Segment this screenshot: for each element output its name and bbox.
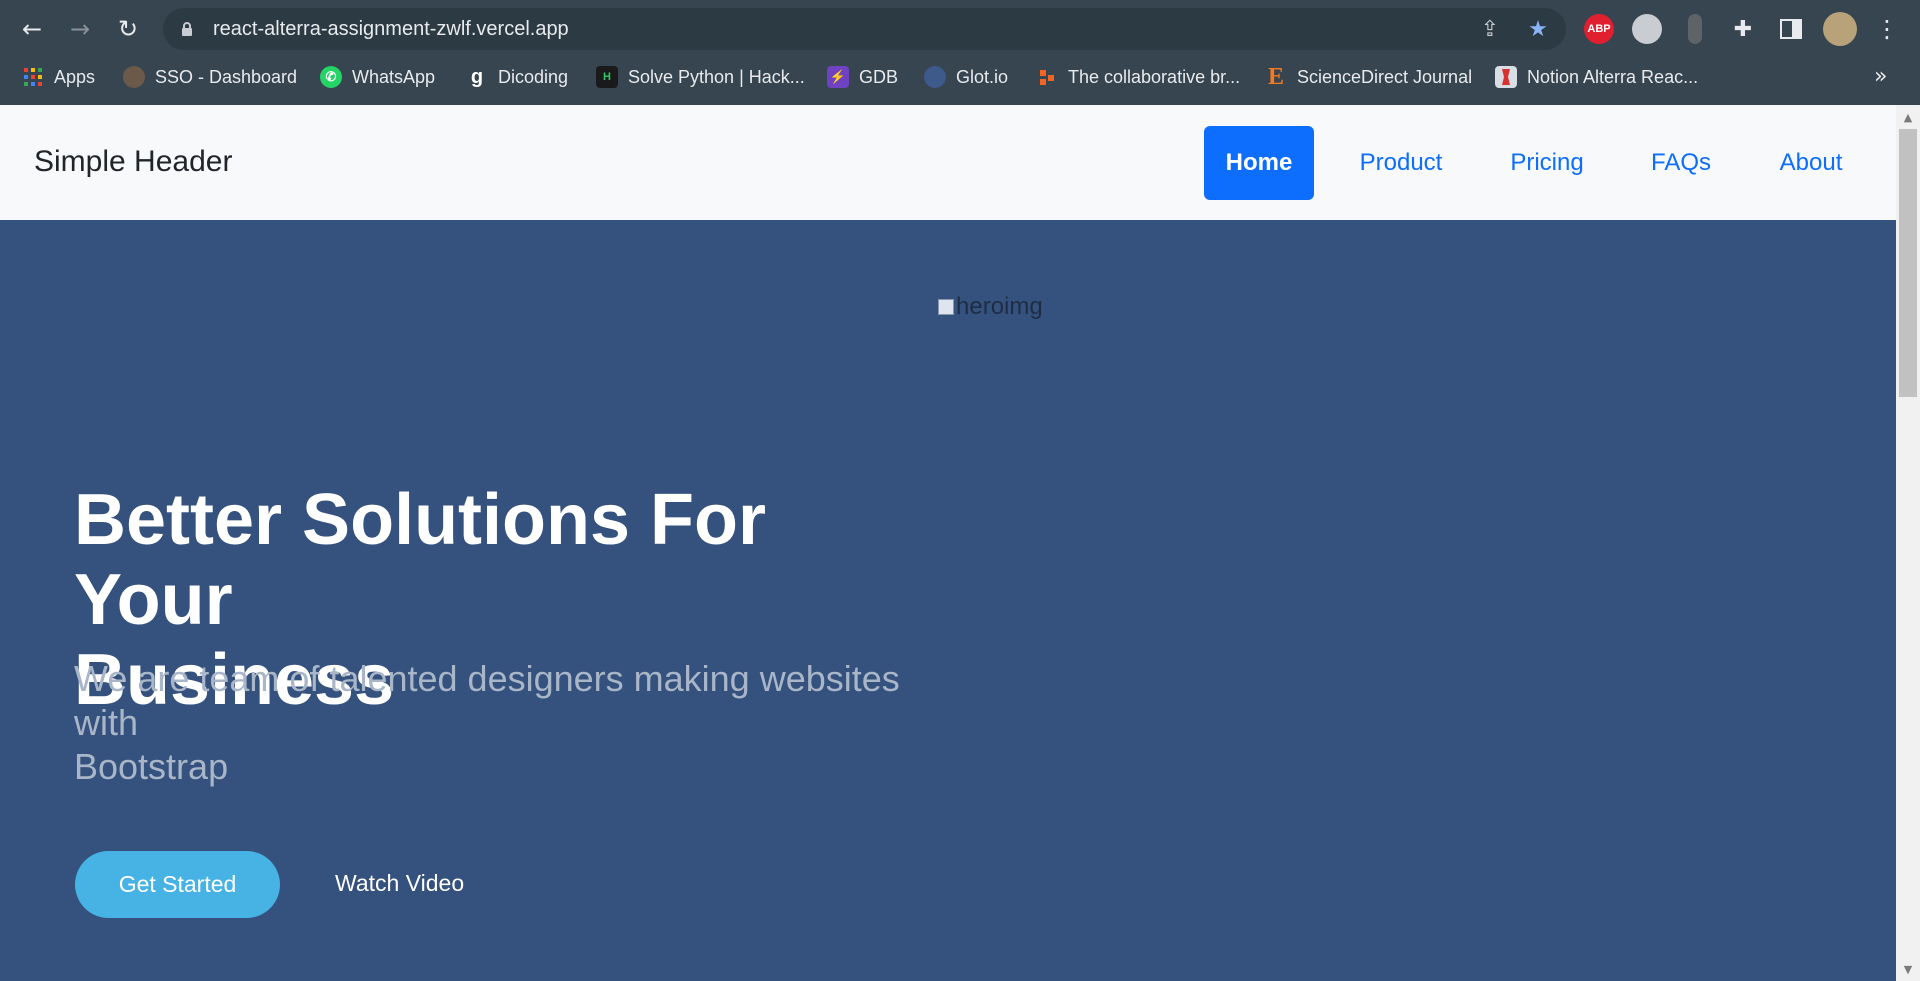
bookmark-label: GDB: [859, 66, 899, 87]
gdb-icon: ⚡: [827, 66, 849, 88]
bookmark-label: Apps: [54, 66, 96, 87]
bookmark-label: Notion Alterra Reac...: [1527, 66, 1699, 87]
notion-icon: [1495, 66, 1517, 88]
apps-grid-icon: [22, 66, 44, 88]
bookmark-apps[interactable]: Apps: [22, 64, 95, 90]
share-icon[interactable]: ⇪: [1476, 15, 1504, 43]
bookmark-gdb[interactable]: ⚡ GDB: [827, 64, 898, 90]
reload-icon[interactable]: ↻: [112, 13, 144, 45]
forward-icon[interactable]: →: [64, 13, 96, 45]
bookmark-label: Glot.io: [956, 66, 1009, 87]
scrollbar-thumb[interactable]: [1899, 129, 1917, 397]
extensions-puzzle-icon[interactable]: ✚: [1727, 13, 1759, 45]
browser-chrome: ← → ↻ react-alterra-assignment-zwlf.verc…: [0, 0, 1920, 105]
get-started-button[interactable]: Get Started: [75, 851, 280, 918]
hackerrank-icon: H: [596, 66, 618, 88]
watch-video-link[interactable]: Watch Video: [335, 870, 464, 897]
sciencedirect-icon: E: [1267, 63, 1284, 90]
bookmark-whatsapp[interactable]: ✆ WhatsApp: [320, 64, 435, 90]
bookmark-sso-dashboard[interactable]: SSO - Dashboard: [123, 64, 297, 90]
profile-avatar[interactable]: [1823, 12, 1857, 46]
bookmark-notion[interactable]: Notion Alterra Reac...: [1495, 64, 1698, 90]
scroll-up-icon[interactable]: ▲: [1896, 107, 1920, 127]
bookmark-label: Solve Python | Hack...: [628, 66, 805, 87]
address-bar[interactable]: react-alterra-assignment-zwlf.vercel.app…: [163, 8, 1566, 50]
bookmark-label: The collaborative br...: [1068, 66, 1241, 87]
lock-icon: [182, 22, 192, 36]
bookmark-collaborative[interactable]: The collaborative br...: [1036, 64, 1240, 90]
whatsapp-icon: ✆: [320, 66, 342, 88]
site-header: Simple Header Home Product Pricing FAQs …: [0, 105, 1896, 220]
dicoding-icon: g: [470, 65, 484, 88]
bookmark-hackerrank[interactable]: H Solve Python | Hack...: [596, 64, 805, 90]
bookmark-star-icon[interactable]: ★: [1524, 15, 1552, 43]
bookmark-label: ScienceDirect Journal: [1297, 66, 1473, 87]
hero-subtitle-line1: We are team of talented designers making…: [74, 658, 900, 699]
hero-image-alt: heroimg: [956, 293, 1043, 320]
hero-subtitle: We are team of talented designers making…: [74, 657, 934, 789]
bookmark-label: SSO - Dashboard: [155, 66, 298, 87]
sso-icon: [123, 66, 145, 88]
browser-toolbar: ← → ↻ react-alterra-assignment-zwlf.verc…: [0, 0, 1920, 58]
hero-title-line1: Better Solutions For Your: [74, 480, 767, 640]
bookmark-glot[interactable]: Glot.io: [924, 64, 1008, 90]
collab-icon: [1036, 66, 1058, 88]
page-viewport: Simple Header Home Product Pricing FAQs …: [0, 105, 1896, 981]
extension-face-icon[interactable]: [1632, 14, 1662, 44]
extension-capsule-icon[interactable]: [1688, 14, 1702, 44]
bookmarks-overflow-button[interactable]: »: [1874, 64, 1887, 89]
hero-subtitle-line2: with: [74, 702, 139, 743]
bookmark-label: WhatsApp: [352, 66, 436, 87]
adblock-icon[interactable]: ABP: [1584, 14, 1614, 44]
bookmark-dicoding[interactable]: g Dicoding: [466, 64, 568, 90]
hero-subtitle-line3: Bootstrap: [74, 746, 229, 787]
site-brand[interactable]: Simple Header: [34, 145, 232, 179]
glot-icon: [924, 66, 946, 88]
url-text: react-alterra-assignment-zwlf.vercel.app: [213, 18, 569, 40]
page-scrollbar[interactable]: ▲ ▼: [1896, 105, 1920, 981]
more-menu-icon[interactable]: ⋮: [1871, 13, 1903, 45]
nav-about[interactable]: About: [1755, 126, 1867, 200]
bookmark-sciencedirect[interactable]: E ScienceDirect Journal: [1265, 64, 1472, 90]
back-icon[interactable]: ←: [16, 13, 48, 45]
bookmark-label: Dicoding: [498, 66, 569, 87]
side-panel-icon[interactable]: [1775, 13, 1807, 45]
nav-home[interactable]: Home: [1204, 126, 1314, 200]
nav-product[interactable]: Product: [1335, 126, 1467, 200]
nav-faqs[interactable]: FAQs: [1627, 126, 1735, 200]
broken-image-icon: [938, 299, 954, 315]
scroll-down-icon[interactable]: ▼: [1896, 959, 1920, 979]
hero-image-broken: heroimg: [938, 293, 1043, 321]
nav-pricing[interactable]: Pricing: [1487, 126, 1607, 200]
